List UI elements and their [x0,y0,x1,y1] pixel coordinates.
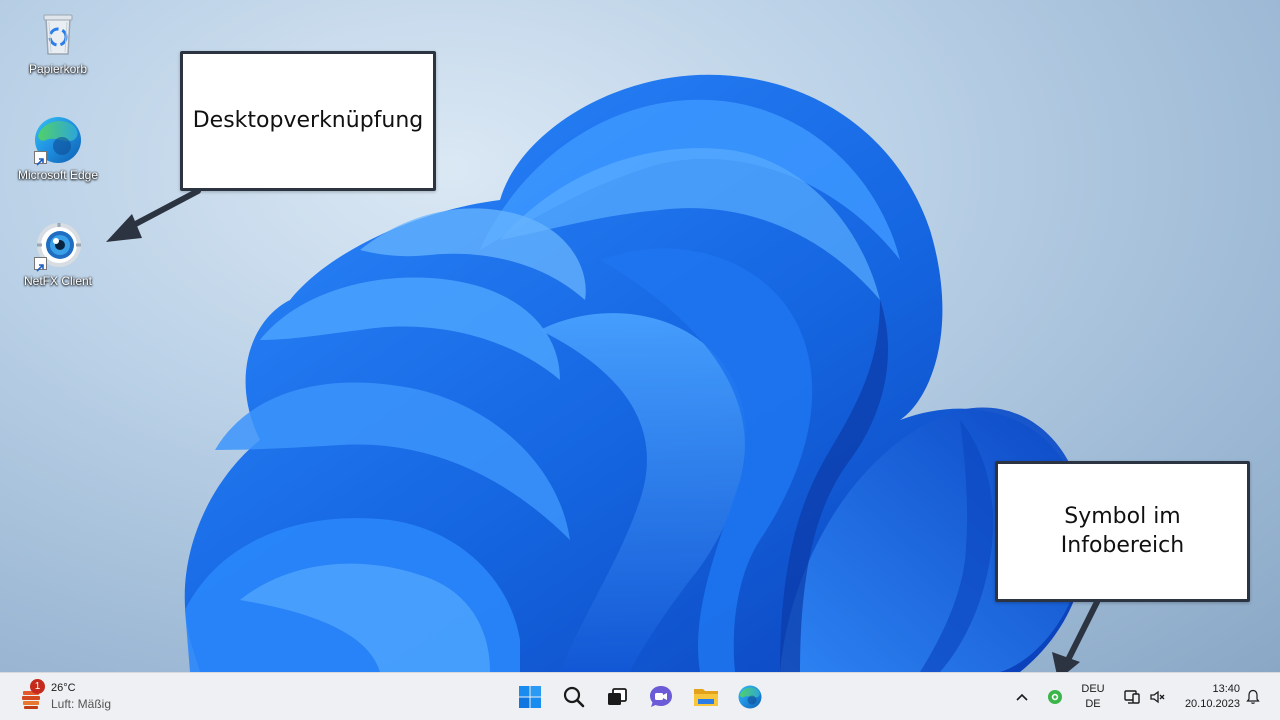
callout-tray-icon: Symbol im Infobereich [995,461,1250,602]
desktop-icon-recycle-bin[interactable]: Papierkorb [13,8,103,76]
tray-notifications-button[interactable] [1240,677,1266,717]
shortcut-arrow-icon [34,151,47,166]
teams-chat-icon [650,686,672,707]
bell-icon [1246,689,1260,704]
tray-network-volume-button[interactable] [1116,677,1172,717]
desktop-icon-netfx-client[interactable]: NetFX Client [13,220,103,288]
taskbar-file-explorer-button[interactable] [686,677,726,717]
folder-icon [694,689,718,706]
desktop-icon-edge[interactable]: Microsoft Edge [13,114,103,182]
windows-start-icon [519,686,541,708]
weather-condition: Luft: Mäßig [51,697,112,711]
keyboard-layout: DE [1085,698,1101,710]
taskbar-start-button[interactable] [510,677,550,717]
volume-muted-icon [1150,690,1165,704]
task-view-icon [608,688,627,705]
taskbar-task-view-button[interactable] [597,677,637,717]
callout-text-line2: Infobereich [1060,532,1185,558]
taskbar-edge-button[interactable] [730,677,770,717]
edge-icon [738,685,762,709]
weather-widget[interactable]: 1 26°C Luft: Mäßig [18,679,138,715]
taskbar-chat-button[interactable] [641,677,681,717]
recycle-bin-icon [32,8,84,60]
callout-text: Desktopverknüpfung [192,107,424,133]
network-icon [1124,690,1140,704]
search-icon [563,686,585,708]
language-code: DEU [1081,683,1105,695]
desktop-icon-label: Microsoft Edge [17,168,99,182]
desktop-icon-label: NetFX Client [23,274,93,288]
tray-netfx-button[interactable] [1040,677,1070,717]
weather-temperature: 26°C [51,682,76,694]
desktop[interactable]: Papierkorb Microsoft Edge NetFX Client D… [0,0,1280,672]
tray-clock[interactable]: 13:40 20.10.2023 [1176,677,1240,717]
callout-desktop-shortcut: Desktopverknüpfung [180,51,436,191]
callout-text-line1: Symbol im [1064,503,1181,529]
tray-overflow-button[interactable] [1006,677,1038,717]
notification-badge: 1 [30,679,45,694]
netfx-tray-icon [1048,690,1062,704]
netfx-eye-icon [32,220,84,272]
clock-date: 20.10.2023 [1184,698,1240,710]
shortcut-arrow-icon [34,257,47,272]
desktop-icon-label: Papierkorb [28,62,88,76]
clock-time: 13:40 [1212,683,1240,695]
taskbar[interactable]: 1 26°C Luft: Mäßig DEU DE 13:40 20.10.20… [0,672,1280,720]
edge-icon [32,114,84,166]
chevron-up-icon [1016,693,1028,701]
tray-language-button[interactable]: DEU DE [1074,677,1112,717]
taskbar-search-button[interactable] [554,677,594,717]
